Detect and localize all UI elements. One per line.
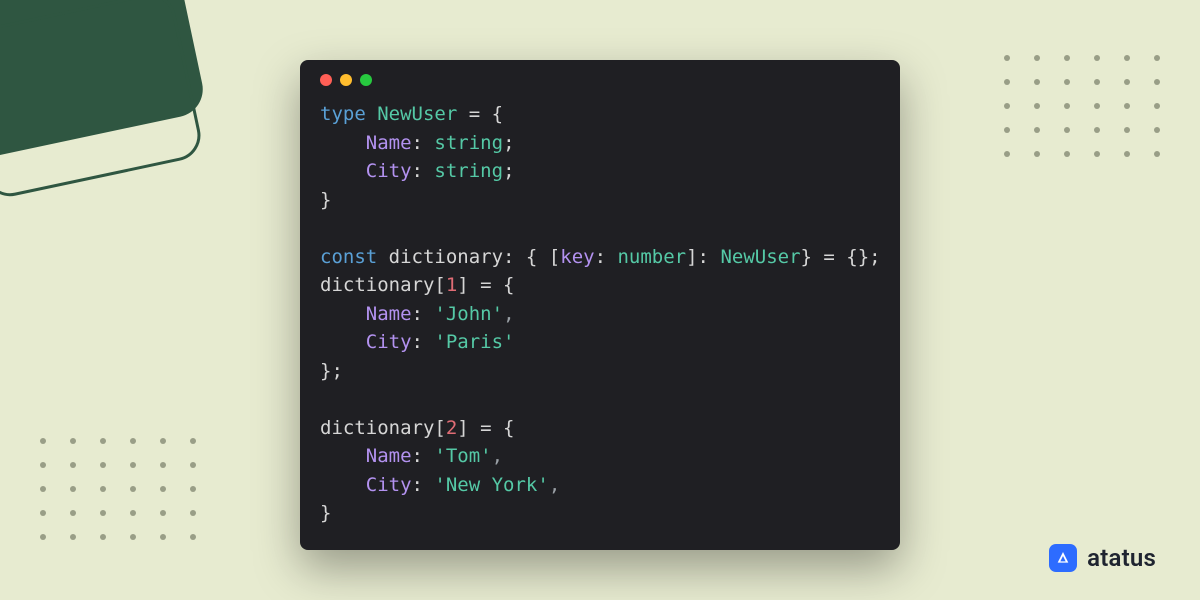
code-string: 'Paris'	[434, 331, 514, 353]
dot-grid-bottom-left	[40, 438, 196, 540]
traffic-close-icon	[320, 74, 332, 86]
code-number: 1	[446, 274, 457, 296]
code-block: type NewUser = { Name: string; City: str…	[320, 100, 880, 528]
brand: atatus	[1049, 544, 1156, 572]
code-ident: dictionary	[320, 417, 434, 439]
code-type: NewUser	[720, 246, 800, 268]
bg-shape-outline	[0, 0, 205, 201]
code-prop: Name	[366, 445, 412, 467]
code-type: NewUser	[377, 103, 457, 125]
code-punc: }	[320, 502, 331, 524]
code-punc: = {	[457, 103, 503, 125]
code-prop: Name	[366, 303, 412, 325]
code-prop: City	[366, 160, 412, 182]
traffic-minimize-icon	[340, 74, 352, 86]
code-keyword: const	[320, 246, 377, 268]
code-keyword: type	[320, 103, 366, 125]
brand-logo-icon	[1049, 544, 1077, 572]
dot-grid-top-right	[1004, 55, 1160, 157]
code-proptype: string	[434, 132, 503, 154]
code-punc: };	[320, 360, 343, 382]
code-string: 'John'	[434, 303, 503, 325]
code-prop: City	[366, 331, 412, 353]
code-prop: Name	[366, 132, 412, 154]
traffic-zoom-icon	[360, 74, 372, 86]
code-number: 2	[446, 417, 457, 439]
code-punc: }	[320, 189, 331, 211]
code-ident: dictionary	[389, 246, 503, 268]
brand-name: atatus	[1087, 544, 1156, 572]
code-prop: City	[366, 474, 412, 496]
code-prop: key	[560, 246, 594, 268]
code-string: 'Tom'	[434, 445, 491, 467]
code-window: type NewUser = { Name: string; City: str…	[300, 60, 900, 550]
window-traffic-lights	[320, 74, 880, 86]
code-ident: dictionary	[320, 274, 434, 296]
code-string: 'New York'	[434, 474, 548, 496]
code-proptype: string	[434, 160, 503, 182]
code-type: number	[617, 246, 686, 268]
